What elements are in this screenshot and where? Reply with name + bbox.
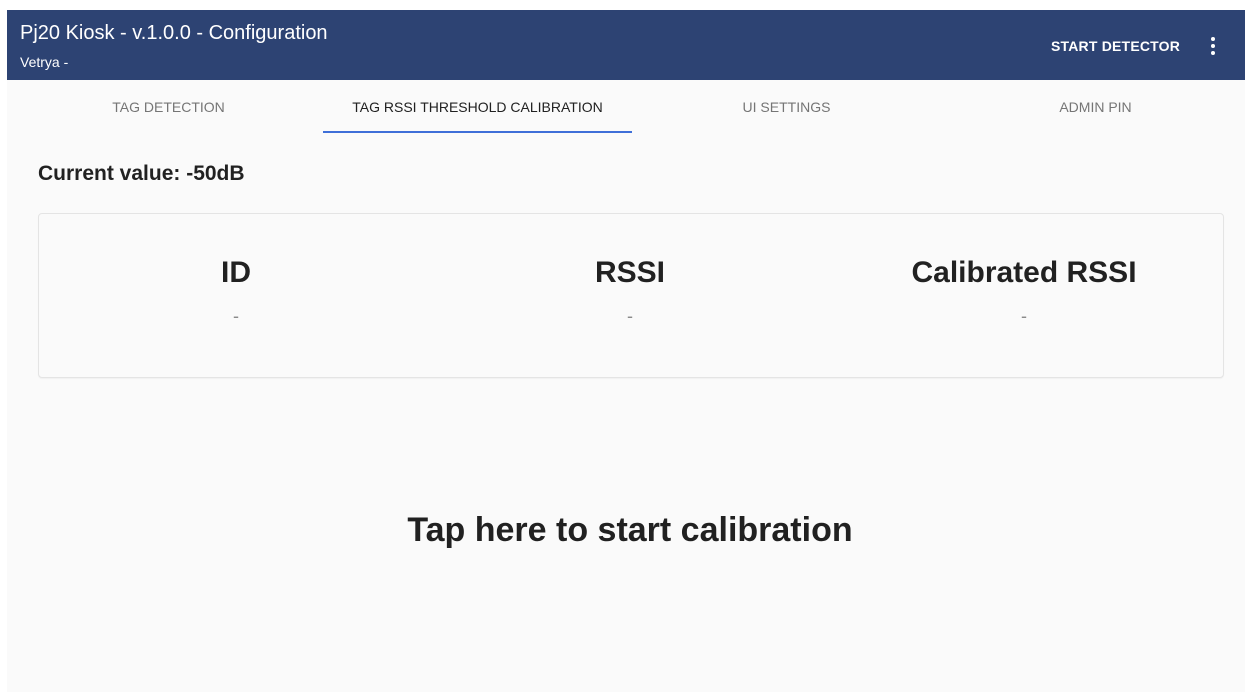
tab-bar: TAG DETECTION TAG RSSI THRESHOLD CALIBRA… (7, 80, 1245, 134)
rssi-header: RSSI (594, 256, 666, 289)
more-dot (1211, 37, 1215, 41)
tab-tag-detection[interactable]: TAG DETECTION (14, 80, 323, 134)
more-dot (1211, 44, 1215, 48)
kiosk-screen: Pj20 Kiosk - v.1.0.0 - Configuration Vet… (7, 10, 1245, 692)
current-value-label: Current value: -50dB (38, 162, 245, 185)
id-value: - (233, 306, 239, 326)
tab-admin-pin[interactable]: ADMIN PIN (941, 80, 1245, 134)
start-detector-button[interactable]: START DETECTOR (1043, 32, 1188, 60)
tab-ui-settings[interactable]: UI SETTINGS (632, 80, 941, 134)
more-vert-icon[interactable] (1199, 32, 1227, 60)
more-dot (1211, 51, 1215, 55)
calibrated-rssi-column: Calibrated RSSI - (827, 214, 1221, 377)
active-tab-indicator (323, 131, 632, 133)
calibrated-rssi-value: - (1021, 306, 1027, 326)
calibrated-rssi-header: Calibrated RSSI (911, 256, 1137, 289)
id-header: ID (221, 256, 251, 289)
calibration-readings-card: ID - RSSI - Calibrated RSSI - (38, 213, 1224, 378)
app-title: Pj20 Kiosk - v.1.0.0 - Configuration (20, 22, 328, 44)
app-bar: Pj20 Kiosk - v.1.0.0 - Configuration Vet… (7, 10, 1245, 80)
rssi-value: - (627, 306, 633, 326)
app-subtitle: Vetrya - (20, 54, 69, 70)
start-calibration-area[interactable]: Tap here to start calibration (38, 430, 1222, 630)
rssi-column: RSSI - (433, 214, 827, 377)
start-calibration-text: Tap here to start calibration (407, 510, 853, 549)
id-column: ID - (39, 214, 433, 377)
tab-tag-rssi-threshold-calibration[interactable]: TAG RSSI THRESHOLD CALIBRATION (323, 80, 632, 134)
